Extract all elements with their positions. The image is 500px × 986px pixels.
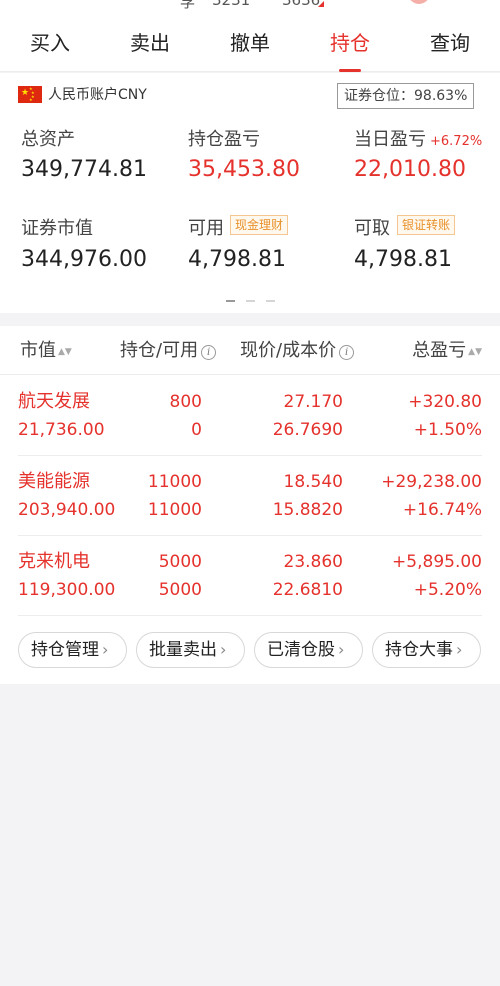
daily-pnl-pct: +6.72% (430, 134, 483, 149)
stock-pnl-pct: +16.74% (402, 500, 482, 520)
stock-pnl: +320.80 (408, 392, 482, 412)
market-value-label: 证券市值 (21, 218, 93, 239)
sort-icon: ▲▼ (58, 347, 72, 357)
holding-events-button[interactable]: 持仓大事 › (372, 632, 481, 668)
china-flag-icon: ★ ★ ★ ★ ★ (18, 86, 42, 103)
account-currency-label: 人民币账户CNY (48, 87, 147, 103)
chevron-right-icon: › (102, 640, 109, 659)
holding-pnl-label: 持仓盈亏 (188, 129, 260, 150)
page-indicator (266, 300, 275, 302)
batch-sell-label: 批量卖出 (149, 640, 217, 660)
tab-sell[interactable]: 卖出 (100, 14, 200, 72)
stock-position: 11000 (147, 472, 202, 492)
column-market-value-label: 市值 (20, 340, 56, 361)
tab-holdings-label: 持仓 (330, 31, 370, 55)
stock-market-value: 21,736.00 (18, 420, 105, 440)
stock-price: 23.860 (283, 552, 343, 572)
info-icon[interactable]: i (201, 345, 217, 360)
column-price: 现价/成本价 i (240, 340, 355, 362)
sort-icon: ▲▼ (468, 347, 482, 357)
stock-pnl: +29,238.00 (381, 472, 482, 492)
daily-pnl-value: 22,010.80 (354, 157, 466, 182)
table-row[interactable]: 克来机电 119,300.00 5000 5000 23.860 22.6810… (0, 536, 500, 616)
tab-query[interactable]: 查询 (400, 14, 500, 72)
cash-management-tag[interactable]: 现金理财 (230, 215, 289, 235)
stock-available: 11000 (147, 500, 202, 520)
stock-cost: 26.7690 (272, 420, 343, 440)
daily-pnl-label-group: 当日盈亏 +6.72% (354, 125, 482, 151)
stock-name: 克来机电 (18, 551, 90, 572)
top-strip-text-a: 孚 (180, 0, 196, 11)
column-position: 持仓/可用 i (120, 340, 217, 362)
holding-pnl-value: 35,453.80 (188, 157, 300, 182)
trade-tabs: 买入 卖出 撤单 持仓 查询 (0, 14, 500, 72)
daily-pnl-label: 当日盈亏 (354, 129, 426, 150)
stock-available: 5000 (158, 580, 202, 600)
available-value: 4,798.81 (188, 247, 286, 272)
holding-management-button[interactable]: 持仓管理 › (18, 632, 127, 668)
stock-cost: 15.8820 (272, 500, 343, 520)
cleared-stocks-button[interactable]: 已清仓股 › (254, 632, 363, 668)
position-ratio-badge: 证券仓位：98.63% (337, 83, 475, 109)
holdings-table: 市值 ▲▼ 持仓/可用 i 现价/成本价 i 总盈亏 ▲▼ 航天发展 21,736.00… (0, 326, 500, 684)
account-summary[interactable]: ★ ★ ★ ★ ★ 人民币账户CNY 证券仓位：98.63% 总资产 349,7… (0, 73, 500, 313)
page-indicator (246, 300, 255, 302)
table-row[interactable]: 航天发展 21,736.00 800 0 27.170 26.7690 +320… (0, 376, 500, 456)
column-market-value[interactable]: 市值 ▲▼ (20, 340, 72, 363)
info-icon[interactable]: i (339, 345, 355, 360)
stock-name: 航天发展 (18, 391, 90, 412)
holding-management-label: 持仓管理 (31, 640, 99, 660)
holding-actions: 持仓管理 › 批量卖出 › 已清仓股 › 持仓大事 › (0, 632, 500, 672)
withdrawable-value: 4,798.81 (354, 247, 452, 272)
stock-market-value: 119,300.00 (18, 580, 116, 600)
stock-price: 18.540 (283, 472, 343, 492)
top-strip-text-b: 3231 (212, 0, 251, 9)
column-total-pnl[interactable]: 总盈亏 ▲▼ (412, 340, 482, 363)
stock-cost: 22.6810 (272, 580, 343, 600)
top-strip: 孚 3231 3636 (0, 0, 500, 14)
page-indicator-active (226, 300, 235, 302)
chevron-right-icon: › (220, 640, 227, 659)
total-assets-label: 总资产 (21, 129, 75, 150)
chevron-right-icon: › (456, 640, 463, 659)
column-position-label: 持仓/可用 (120, 340, 199, 361)
tab-buy[interactable]: 买入 (0, 14, 100, 72)
active-tab-indicator (339, 69, 361, 72)
corner-triangle-icon (318, 1, 324, 7)
stock-pnl-pct: +1.50% (413, 420, 482, 440)
table-row[interactable]: 美能能源 203,940.00 11000 11000 18.540 15.88… (0, 456, 500, 536)
stock-pnl: +5,895.00 (392, 552, 482, 572)
avatar[interactable] (408, 0, 430, 4)
chevron-right-icon: › (338, 640, 345, 659)
batch-sell-button[interactable]: 批量卖出 › (136, 632, 245, 668)
available-label: 可用 (188, 218, 224, 239)
tab-cancel[interactable]: 撤单 (200, 14, 300, 72)
stock-pnl-pct: +5.20% (413, 580, 482, 600)
cleared-stocks-label: 已清仓股 (267, 640, 335, 660)
column-total-pnl-label: 总盈亏 (412, 340, 467, 361)
market-value-value: 344,976.00 (21, 247, 147, 272)
stock-available: 0 (191, 420, 202, 440)
tab-holdings[interactable]: 持仓 (300, 14, 400, 72)
withdrawable-label: 可取 (354, 218, 390, 239)
stock-market-value: 203,940.00 (18, 500, 116, 520)
holding-events-label: 持仓大事 (385, 640, 453, 660)
bank-transfer-tag[interactable]: 银证转账 (397, 215, 456, 235)
stock-name: 美能能源 (18, 471, 90, 492)
column-price-label: 现价/成本价 (240, 340, 337, 361)
stock-price: 27.170 (283, 392, 343, 412)
stock-position: 800 (169, 392, 202, 412)
stock-position: 5000 (158, 552, 202, 572)
holdings-table-header: 市值 ▲▼ 持仓/可用 i 现价/成本价 i 总盈亏 ▲▼ (0, 326, 500, 375)
row-divider (18, 615, 482, 616)
top-strip-text-c: 3636 (282, 0, 321, 9)
total-assets-value: 349,774.81 (21, 157, 147, 182)
